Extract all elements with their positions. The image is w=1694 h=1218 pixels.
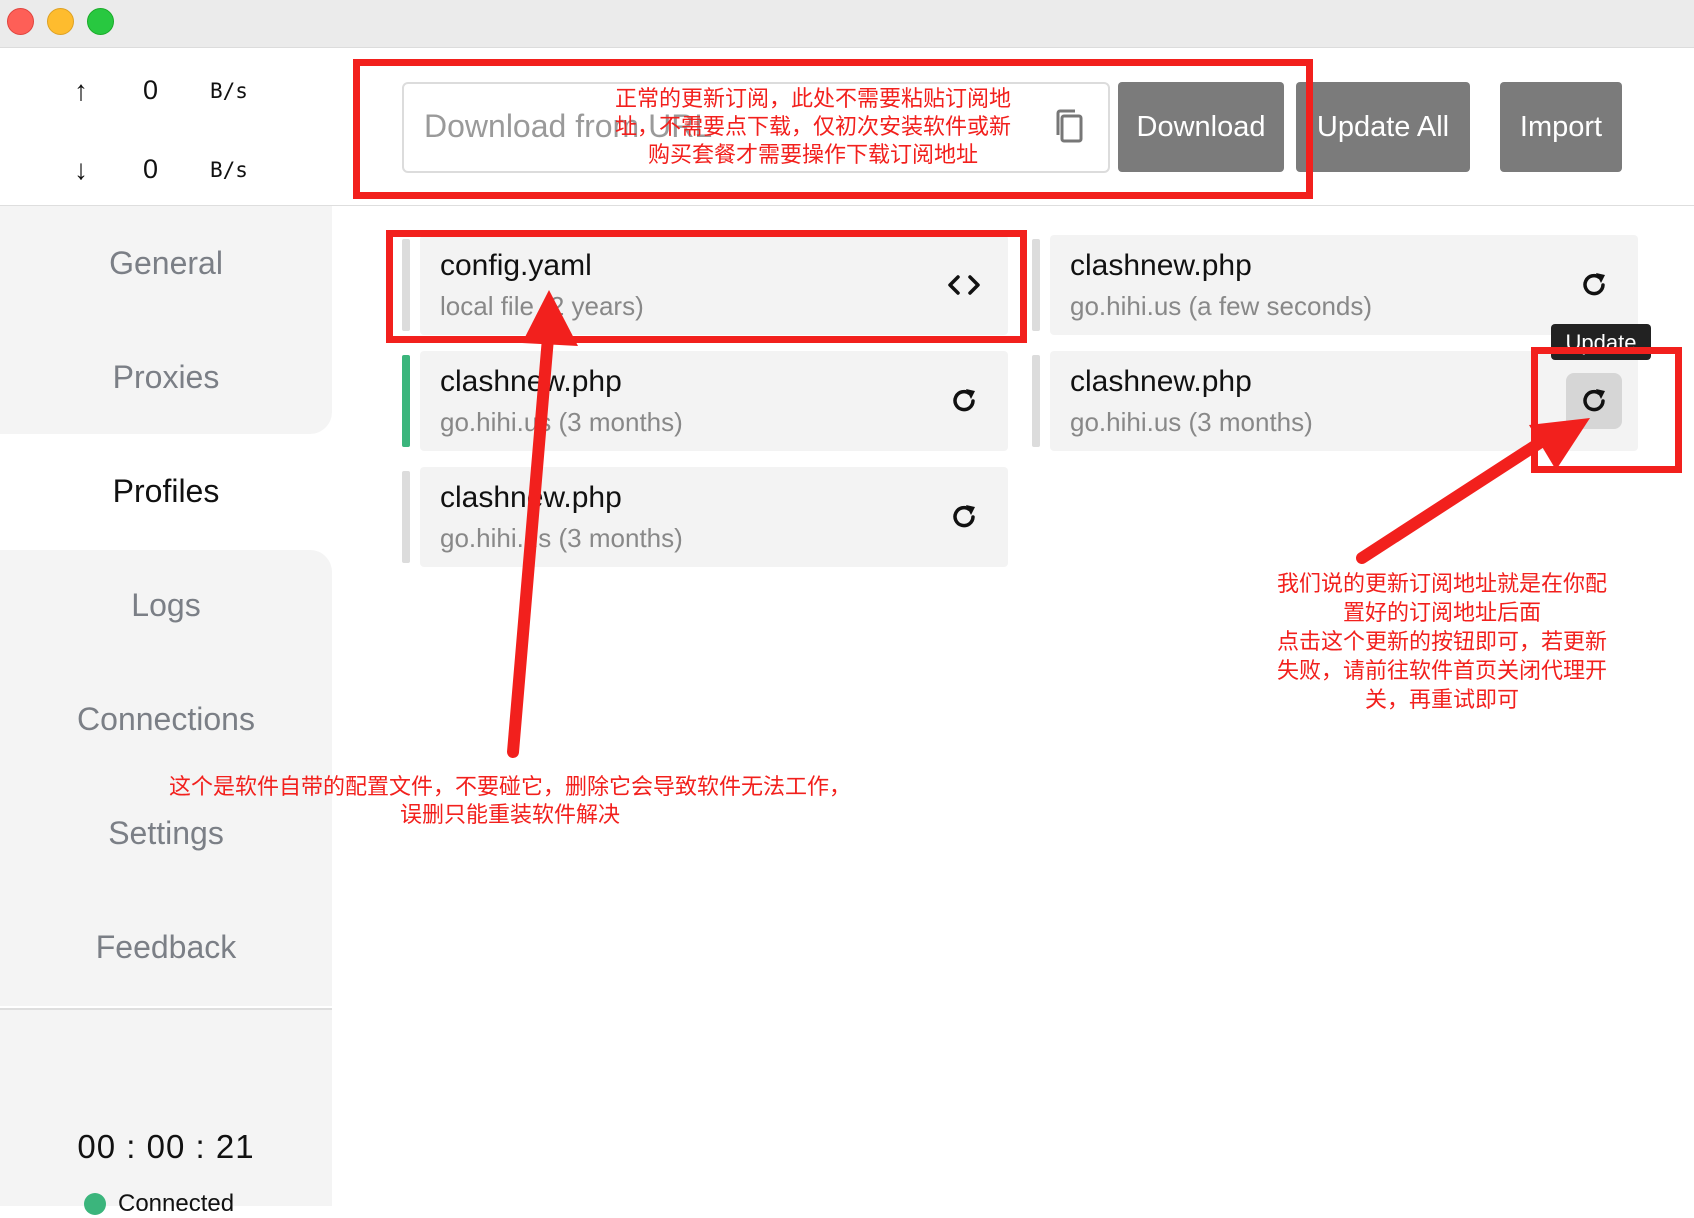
annotation-note-config: 这个是软件自带的配置文件，不要碰它，删除它会导致软件无法工作， 误删只能重装软件… xyxy=(168,775,851,828)
annotation-note-update: 我们说的更新订阅地址就是在你配 置好的订阅地址后面 点击这个更新的按钮即可，若更… xyxy=(1276,572,1607,713)
annotation-note-toolbar: 正常的更新订阅，此处不需要粘贴订阅地 址，不需要点下载，仅初次安装软件或新 购买… xyxy=(614,87,1011,168)
